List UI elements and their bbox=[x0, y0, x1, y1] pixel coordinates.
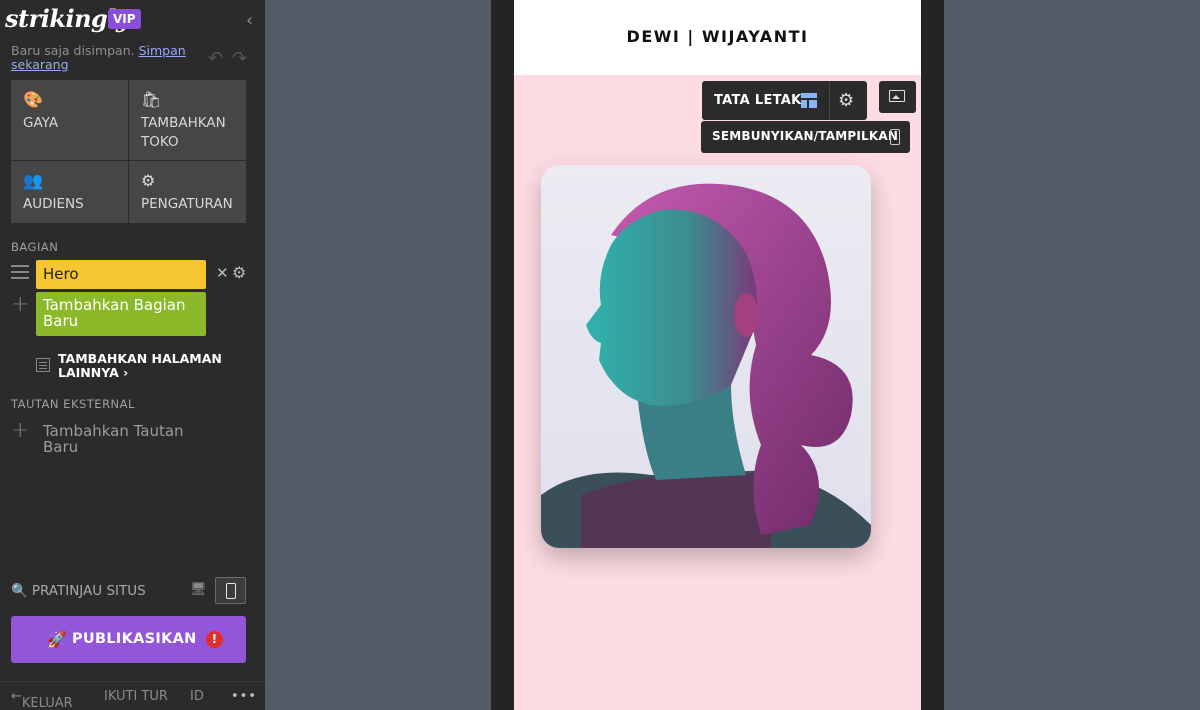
settings-button[interactable]: ⚙ PENGATURAN bbox=[129, 161, 246, 223]
preview-label: PRATINJAU SITUS bbox=[31, 583, 146, 599]
store-add-icon: 🛍 bbox=[141, 90, 162, 109]
rocket-icon: 🚀 bbox=[47, 630, 68, 649]
search-icon: 🔍 bbox=[11, 583, 28, 599]
main-menu-grid: 🎨 GAYA 🛍 TAMBAHKAN TOKO 👥 AUDIENS ⚙ PENG… bbox=[11, 80, 246, 223]
plus-icon: + bbox=[11, 418, 30, 443]
exit-link[interactable]: ← KELUAR bbox=[11, 689, 73, 710]
sections-heading: BAGIAN bbox=[11, 240, 59, 254]
site-title[interactable]: DEWI | WIJAYANTI bbox=[514, 27, 921, 46]
editor-sidebar: strikingly VIP ‹ Baru saja disimpan. Sim… bbox=[0, 0, 265, 710]
hide-show-label: SEMBUNYIKAN/TAMPILKAN bbox=[712, 129, 899, 143]
image-icon bbox=[889, 90, 905, 102]
mobile-icon bbox=[226, 583, 236, 599]
redo-icon[interactable]: ↷ bbox=[232, 48, 247, 69]
background-image-button[interactable] bbox=[879, 81, 916, 113]
section-gear-icon[interactable]: ⚙ bbox=[838, 90, 854, 111]
site-header[interactable]: DEWI | WIJAYANTI bbox=[514, 0, 921, 75]
add-section-button[interactable]: Tambahkan Bagian Baru bbox=[36, 292, 206, 336]
delete-section-icon[interactable]: ✕ bbox=[216, 264, 229, 282]
plus-icon: + bbox=[11, 292, 30, 317]
vip-badge: VIP bbox=[108, 9, 141, 29]
add-external-link-button[interactable]: Tambahkan Tautan Baru bbox=[43, 423, 213, 455]
publish-label: PUBLIKASIKAN bbox=[72, 631, 197, 647]
audience-button[interactable]: 👥 AUDIENS bbox=[11, 161, 128, 223]
save-status-text: Baru saja disimpan. bbox=[11, 43, 135, 58]
add-pages-link[interactable]: TAMBAHKAN HALAMAN LAINNYA › bbox=[58, 352, 238, 380]
style-button[interactable]: 🎨 GAYA bbox=[11, 80, 128, 160]
add-store-label: TAMBAHKAN TOKO bbox=[141, 115, 226, 150]
exit-label: KELUAR bbox=[21, 696, 73, 710]
layout-button[interactable]: TATA LETAK bbox=[714, 93, 802, 108]
gear-icon: ⚙ bbox=[141, 171, 156, 190]
hide-show-button[interactable]: SEMBUNYIKAN/TAMPILKAN bbox=[701, 121, 910, 153]
people-icon: 👥 bbox=[23, 171, 43, 190]
portrait-illustration bbox=[541, 183, 871, 548]
toolbar-divider bbox=[829, 81, 830, 120]
external-links-heading: TAUTAN EKSTERNAL bbox=[11, 397, 135, 411]
drag-handle-icon[interactable] bbox=[11, 265, 29, 283]
collapse-sidebar-icon[interactable]: ‹ bbox=[246, 10, 253, 31]
save-status: Baru saja disimpan. Simpan sekarang bbox=[11, 44, 191, 72]
mobile-icon bbox=[890, 129, 900, 145]
desktop-view-icon[interactable]: 🖥 bbox=[190, 582, 208, 597]
section-settings-icon[interactable]: ⚙ bbox=[232, 263, 246, 282]
undo-icon[interactable]: ↶ bbox=[208, 48, 223, 69]
more-icon[interactable]: ••• bbox=[231, 689, 257, 704]
add-store-button[interactable]: 🛍 TAMBAHKAN TOKO bbox=[129, 80, 246, 160]
publish-button[interactable]: 🚀 PUBLIKASIKAN ! bbox=[11, 616, 246, 663]
settings-label: PENGATURAN bbox=[141, 196, 233, 212]
layout-toolbar: TATA LETAK ⚙ bbox=[702, 81, 867, 120]
pages-icon bbox=[36, 358, 50, 372]
audience-label: AUDIENS bbox=[23, 196, 84, 212]
style-label: GAYA bbox=[23, 115, 59, 131]
preview-site-button[interactable]: 🔍 PRATINJAU SITUS bbox=[11, 583, 146, 599]
palette-icon: 🎨 bbox=[23, 90, 43, 109]
hero-image[interactable] bbox=[541, 165, 871, 548]
mobile-view-button[interactable] bbox=[215, 577, 246, 604]
section-item-hero[interactable]: Hero bbox=[36, 260, 206, 289]
sidebar-footer: ← KELUAR IKUTI TUR ID ••• bbox=[0, 681, 265, 710]
tour-link[interactable]: IKUTI TUR bbox=[104, 689, 168, 704]
layout-icon[interactable] bbox=[801, 93, 817, 108]
language-link[interactable]: ID bbox=[190, 689, 204, 704]
warning-icon: ! bbox=[206, 631, 223, 648]
